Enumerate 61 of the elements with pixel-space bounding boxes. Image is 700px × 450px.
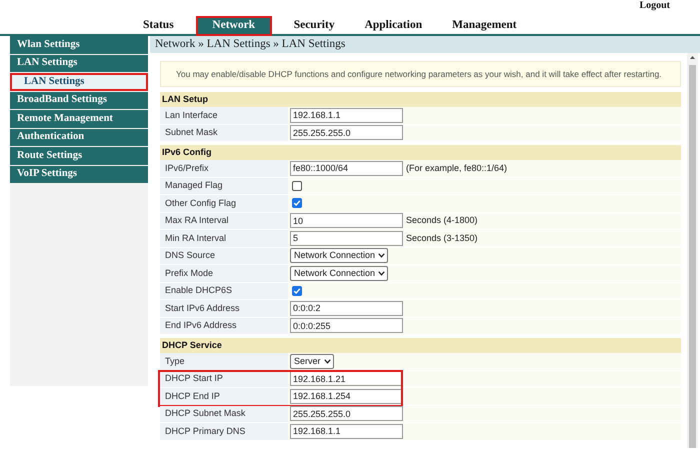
text-field[interactable]: 255.255.255.0 — [290, 125, 403, 140]
field-label: Managed Flag — [160, 178, 288, 194]
text-field[interactable]: 10 — [290, 213, 403, 228]
nav-tab[interactable]: Management — [446, 18, 523, 34]
dropdown[interactable]: Server — [290, 354, 334, 369]
sidebar-item[interactable]: BroadBand Settings — [10, 92, 148, 109]
sidebar-item[interactable]: LAN Settings — [10, 54, 148, 72]
text-field[interactable]: 192.168.1.254 — [290, 388, 403, 404]
field-label: Enable DHCP6S — [160, 282, 288, 299]
text-field[interactable]: 0:0:0:2 — [290, 300, 403, 316]
dropdown[interactable]: Network Connection — [290, 248, 388, 264]
text-field[interactable]: 192.168.1.1 — [290, 108, 403, 123]
text-field[interactable]: fe80::1000/64 — [290, 160, 403, 176]
section-header: LAN Setup — [160, 92, 681, 107]
chevron-down-icon — [378, 270, 386, 276]
checkbox[interactable] — [292, 198, 302, 208]
text-field[interactable]: 255.255.255.0 — [290, 406, 403, 422]
check-icon — [293, 286, 301, 295]
sidebar-item[interactable]: Route Settings — [10, 147, 148, 164]
field-hint: (For example, fe80::1/64) — [406, 162, 508, 175]
sidebar-item[interactable]: Authentication — [10, 128, 148, 146]
nav-tab[interactable]: Security — [288, 18, 341, 34]
nav-tab[interactable]: Network — [198, 18, 270, 34]
field-label: Min RA Interval — [160, 230, 288, 246]
section-header: IPv6 Config — [160, 145, 681, 160]
field-label: Other Config Flag — [160, 195, 288, 212]
field-hint: Seconds (4-1800) — [406, 214, 478, 227]
text-field[interactable]: 192.168.1.1 — [290, 424, 403, 439]
notice-text: You may enable/disable DHCP functions and configure networking parameters as your wish, and it will take effect after restarting. — [160, 61, 681, 87]
checkbox[interactable] — [292, 286, 302, 296]
field-label: Start IPv6 Address — [160, 300, 288, 316]
sidebar-item[interactable]: Wlan Settings — [10, 36, 148, 54]
field-label: Subnet Mask — [160, 124, 288, 141]
field-label: IPv6/Prefix — [160, 160, 288, 176]
section-header: DHCP Service — [160, 338, 681, 353]
checkbox[interactable] — [292, 180, 302, 191]
check-icon — [293, 199, 301, 208]
field-label: Max RA Interval — [160, 212, 288, 229]
scrollbar[interactable] — [687, 53, 698, 448]
nav-tab[interactable]: Status — [137, 18, 180, 34]
sidebar-item[interactable]: LAN Settings — [10, 73, 148, 90]
text-field[interactable]: 5 — [290, 230, 403, 246]
field-label: Type — [160, 353, 288, 370]
field-label: End IPv6 Address — [160, 318, 288, 334]
field-label: Lan Interface — [160, 107, 288, 124]
field-label: DHCP Primary DNS — [160, 423, 288, 440]
field-label: DHCP End IP — [160, 388, 288, 404]
breadcrumb: Network » LAN Settings » LAN Settings — [150, 36, 700, 53]
field-label: DNS Source — [160, 248, 288, 264]
nav-tab[interactable]: Application — [358, 18, 428, 34]
dropdown[interactable]: Network Connection — [290, 266, 388, 281]
chevron-down-icon — [324, 358, 331, 364]
text-field[interactable]: 0:0:0:255 — [290, 318, 403, 334]
chevron-down-icon — [378, 253, 386, 258]
text-field[interactable]: 192.168.1.21 — [290, 371, 403, 386]
sidebar-item[interactable]: Remote Management — [10, 110, 148, 128]
logout-link[interactable]: Logout — [639, 0, 670, 12]
sidebar-item[interactable]: VoIP Settings — [10, 166, 148, 183]
field-label: DHCP Subnet Mask — [160, 406, 288, 422]
field-hint: Seconds (3-1350) — [406, 232, 478, 245]
field-label: Prefix Mode — [160, 265, 288, 282]
